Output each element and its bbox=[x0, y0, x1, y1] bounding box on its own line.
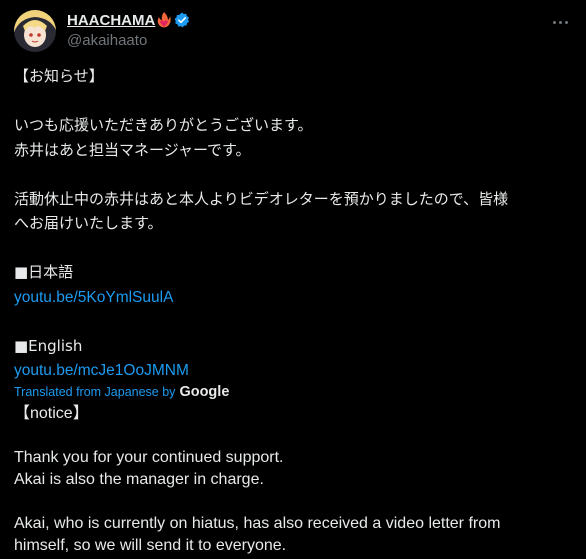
google-logo: Google bbox=[179, 384, 230, 400]
post-line: 【お知らせ】 bbox=[14, 67, 104, 85]
avatar[interactable] bbox=[14, 10, 56, 52]
author-handle[interactable]: @akaihaato bbox=[67, 32, 147, 49]
verified-badge-icon bbox=[174, 12, 190, 28]
translation-line: Akai, who is currently on hiatus, has al… bbox=[14, 515, 501, 532]
translated-from-label[interactable]: Translated from Japanese by bbox=[14, 385, 175, 399]
english-header: ■English bbox=[14, 336, 83, 355]
post-line: いつも応援いただきありがとうございます。 bbox=[14, 116, 313, 134]
post-line: ■日本語 bbox=[14, 263, 74, 281]
more-dot-icon bbox=[564, 20, 568, 24]
translation-line: Akai is also the manager in charge. bbox=[14, 471, 264, 488]
post-body-japanese: 【お知らせ】 いつも応援いただきありがとうございます。 赤井はあと担当マネージャ… bbox=[14, 64, 580, 383]
post-line: 活動休止中の赤井はあと本人よりビデオレターを預かりましたので、皆様 bbox=[14, 189, 509, 208]
youtube-link-english[interactable]: youtu.be/mcJe1OoJMNM bbox=[14, 362, 189, 379]
translation-line: 【notice】 bbox=[14, 405, 89, 422]
translation-blank-line bbox=[14, 491, 580, 513]
more-options-button[interactable] bbox=[548, 12, 572, 32]
translation-line: himself, so we will send it to everyone. bbox=[14, 537, 287, 554]
author-display-name[interactable]: HAACHAMA bbox=[67, 12, 155, 29]
post-line: へお届けいたします。 bbox=[14, 214, 163, 232]
translation-line: Thank you for your continued support. bbox=[14, 449, 284, 466]
post-body-translation: 【notice】 Thank you for your continued su… bbox=[14, 403, 580, 557]
author-name-row: HAACHAMA bbox=[67, 10, 190, 30]
more-dot-icon bbox=[558, 20, 562, 24]
youtube-link-japanese[interactable]: youtu.be/5KoYmlSuulA bbox=[14, 289, 173, 306]
fire-heart-icon bbox=[157, 12, 171, 28]
post-line: 赤井はあと担当マネージャーです。 bbox=[14, 140, 251, 159]
translation-attribution: Translated from Japanese by Google bbox=[14, 382, 229, 402]
translation-blank-line bbox=[14, 425, 580, 447]
post-header: HAACHAMA @akaihaato bbox=[14, 10, 574, 54]
more-dot-icon bbox=[552, 20, 556, 24]
